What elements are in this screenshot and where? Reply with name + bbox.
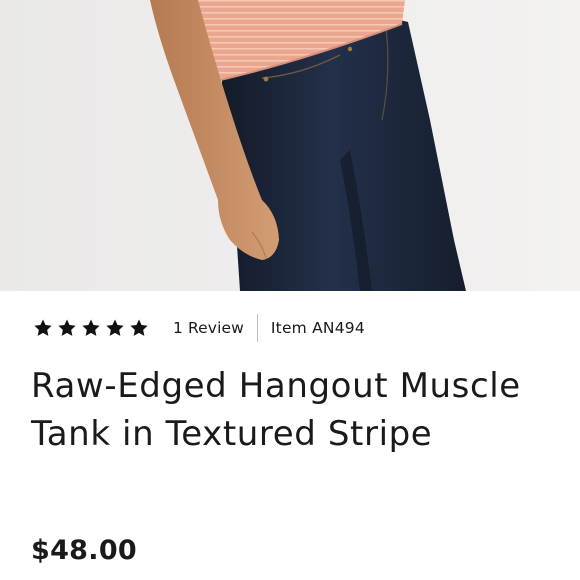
star-icon (34, 319, 52, 336)
product-page: 1 Review Item AN494 Raw-Edged Hangout Mu… (0, 0, 580, 580)
star-rating[interactable] (33, 318, 149, 338)
meta-divider (256, 314, 258, 342)
star-icon (130, 319, 148, 336)
star-icon (82, 319, 100, 336)
product-title: Raw-Edged Hangout Muscle Tank in Texture… (31, 366, 521, 454)
item-number: Item AN494 (270, 319, 365, 337)
star-icon (106, 319, 124, 336)
star-icon (58, 319, 76, 336)
product-photo-illustration (0, 0, 580, 291)
reviews-link[interactable]: 1 Review (173, 319, 244, 337)
rating-row: 1 Review Item AN494 (33, 313, 365, 343)
product-price: $48.00 (31, 535, 137, 566)
product-info: 1 Review Item AN494 Raw-Edged Hangout Mu… (0, 291, 580, 580)
product-image[interactable] (0, 0, 580, 291)
